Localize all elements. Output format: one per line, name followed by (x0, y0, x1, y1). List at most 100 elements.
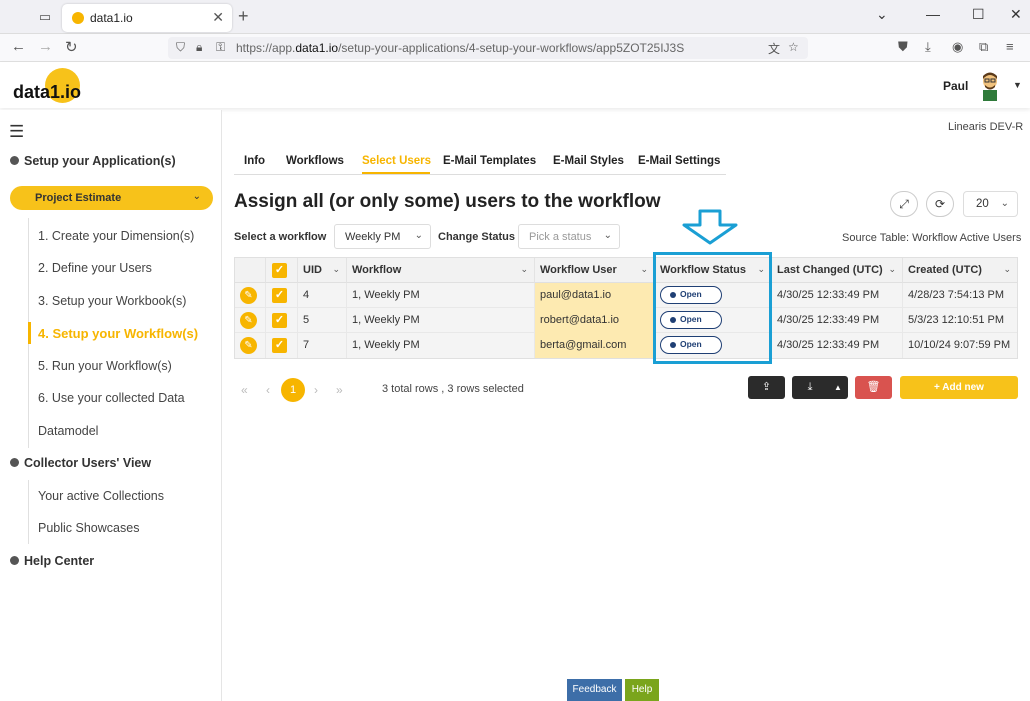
workflow-select[interactable]: Weekly PM ⌄ (334, 224, 431, 249)
row-checkbox[interactable]: ✓ (272, 313, 287, 328)
feedback-button[interactable]: Feedback (567, 679, 622, 701)
new-tab-icon[interactable]: + (238, 6, 249, 27)
section-setup-applications[interactable]: Setup your Application(s) (10, 154, 176, 168)
row-checkbox[interactable]: ✓ (272, 338, 287, 353)
upload-button[interactable]: ⇪ (748, 376, 785, 399)
tab-select-users[interactable]: Select Users (362, 155, 431, 167)
cell-workflow: 1, Weekly PM (352, 314, 420, 326)
forward-icon[interactable]: → (38, 38, 53, 55)
edit-icon[interactable]: ✎ (240, 287, 257, 304)
hamburger-icon[interactable]: ☰ (9, 122, 24, 142)
extensions-icon[interactable]: ⧉ (979, 39, 988, 55)
tab-list-icon[interactable]: ▭ (36, 8, 54, 26)
reload-icon[interactable]: ↻ (65, 38, 78, 56)
bookmark-star-icon[interactable]: ☆ (788, 40, 799, 54)
page-size-select[interactable]: 20 ⌄ (963, 191, 1018, 217)
logo[interactable]: data1.io (13, 82, 81, 103)
header-created[interactable]: Created (UTC) ⌄ (903, 258, 1017, 283)
header-uid[interactable]: UID ⌄ (298, 258, 347, 283)
change-status-label: Change Status (438, 231, 516, 243)
status-select[interactable]: Pick a status ⌄ (518, 224, 620, 249)
page-size-value: 20 (976, 198, 989, 210)
prev-page-icon[interactable]: ‹ (266, 383, 270, 397)
cell-last-changed: 4/30/25 12:33:49 PM (777, 289, 880, 301)
chevron-down-icon[interactable]: ⌄ (876, 6, 888, 23)
download-icon[interactable]: ⤓ (925, 39, 931, 55)
maximize-icon[interactable]: ☐ (972, 6, 985, 23)
browser-tab[interactable]: data1.io ✕ (62, 4, 232, 32)
help-button[interactable]: Help (625, 679, 659, 701)
edit-icon[interactable]: ✎ (240, 312, 257, 329)
sidebar-item-define-users[interactable]: 2. Define your Users (38, 261, 152, 275)
minimize-icon[interactable]: — (926, 6, 940, 22)
header-workflow[interactable]: Workflow ⌄ (347, 258, 535, 283)
tab-info[interactable]: Info (244, 155, 265, 167)
sidebar-item-setup-workbooks[interactable]: 3. Setup your Workbook(s) (38, 294, 186, 308)
first-page-icon[interactable]: « (241, 383, 248, 397)
translate-icon[interactable]: 文 (768, 40, 780, 57)
refresh-icon[interactable]: ⟳ (926, 191, 954, 217)
cell-user: robert@data1.io (540, 314, 620, 326)
url-text[interactable]: https://app.data1.io/setup-your-applicat… (236, 41, 684, 55)
expand-icon[interactable]: ⤢ (890, 191, 918, 217)
user-menu-caret-icon[interactable]: ▼ (1013, 80, 1022, 90)
key-icon[interactable]: ⚿ (216, 40, 225, 55)
url-bar[interactable]: ⛉ 🔒︎ ⚿ https://app.data1.io/setup-your-a… (168, 37, 808, 59)
section-help-center[interactable]: Help Center (10, 554, 94, 568)
tab-email-settings[interactable]: E-Mail Settings (638, 155, 720, 167)
menu-icon[interactable]: ≡ (1006, 39, 1014, 54)
annotation-arrow-icon (682, 209, 738, 245)
download-button[interactable]: ⤓ (792, 376, 828, 399)
edit-icon[interactable]: ✎ (240, 337, 257, 354)
chevron-down-icon: ⌄ (332, 264, 340, 274)
app-header: data1.io Paul ▼ (0, 62, 1030, 108)
sidebar-item-create-dimensions[interactable]: 1. Create your Dimension(s) (38, 229, 194, 243)
close-tab-icon[interactable]: ✕ (212, 9, 224, 26)
row-checkbox[interactable]: ✓ (272, 288, 287, 303)
table-row[interactable]: ✎ ✓ 5 1, Weekly PM robert@data1.io Open … (235, 308, 1017, 333)
project-selector[interactable]: Project Estimate ⌄ (10, 186, 213, 210)
source-table-label: Source Table: Workflow Active Users (842, 232, 1022, 244)
account-icon[interactable]: ◉ (952, 39, 963, 55)
last-page-icon[interactable]: » (336, 383, 343, 397)
chevron-down-icon: ⌄ (1003, 264, 1011, 274)
cell-user: berta@gmail.com (540, 339, 627, 351)
cell-created: 5/3/23 12:10:51 PM (908, 314, 1005, 326)
add-new-button[interactable]: + Add new (900, 376, 1018, 399)
section-collector-users-view[interactable]: Collector Users' View (10, 456, 151, 470)
tab-email-templates[interactable]: E-Mail Templates (443, 155, 536, 167)
download-options-icon[interactable]: ▲ (828, 376, 848, 399)
tab-workflows[interactable]: Workflows (286, 155, 344, 167)
sidebar-item-setup-workflows[interactable]: 4. Setup your Workflow(s) (38, 326, 198, 341)
page-number[interactable]: 1 (281, 378, 305, 402)
lock-icon[interactable]: 🔒︎ (196, 40, 202, 55)
tab-email-styles[interactable]: E-Mail Styles (553, 155, 624, 167)
chevron-down-icon: ⌄ (603, 230, 612, 241)
cell-uid: 4 (303, 289, 310, 301)
back-icon[interactable]: ← (11, 38, 26, 55)
cell-last-changed: 4/30/25 12:33:49 PM (777, 314, 880, 326)
cell-workflow: 1, Weekly PM (352, 339, 420, 351)
chevron-down-icon: ⌄ (1000, 198, 1009, 209)
sidebar-item-use-collected-data[interactable]: 6. Use your collected Data (38, 391, 185, 405)
cell-workflow: 1, Weekly PM (352, 289, 420, 301)
user-name[interactable]: Paul (943, 79, 968, 93)
shield-icon[interactable]: ⛉ (176, 40, 185, 55)
bullet-icon (10, 156, 19, 165)
chevron-down-icon: ⌄ (414, 230, 423, 241)
header-workflow-user[interactable]: Workflow User ⌄ (535, 258, 655, 283)
close-window-icon[interactable]: ✕ (1010, 6, 1022, 23)
sidebar-item-datamodel[interactable]: Datamodel (38, 424, 98, 438)
header-last-changed[interactable]: Last Changed (UTC) ⌄ (772, 258, 903, 283)
table-row[interactable]: ✎ ✓ 4 1, Weekly PM paul@data1.io Open 4/… (235, 283, 1017, 308)
table-row[interactable]: ✎ ✓ 7 1, Weekly PM berta@gmail.com Open … (235, 333, 1017, 358)
sidebar-item-run-workflows[interactable]: 5. Run your Workflow(s) (38, 359, 172, 373)
avatar[interactable] (978, 71, 1002, 101)
pocket-icon[interactable]: ⛊ (898, 39, 908, 55)
sidebar-item-active-collections[interactable]: Your active Collections (38, 489, 164, 503)
select-all-checkbox[interactable]: ✓ (272, 263, 287, 278)
delete-icon[interactable]: 🗑︎ (855, 376, 892, 399)
project-label: Project Estimate (35, 192, 122, 204)
sidebar-item-public-showcases[interactable]: Public Showcases (38, 521, 139, 535)
next-page-icon[interactable]: › (314, 383, 318, 397)
